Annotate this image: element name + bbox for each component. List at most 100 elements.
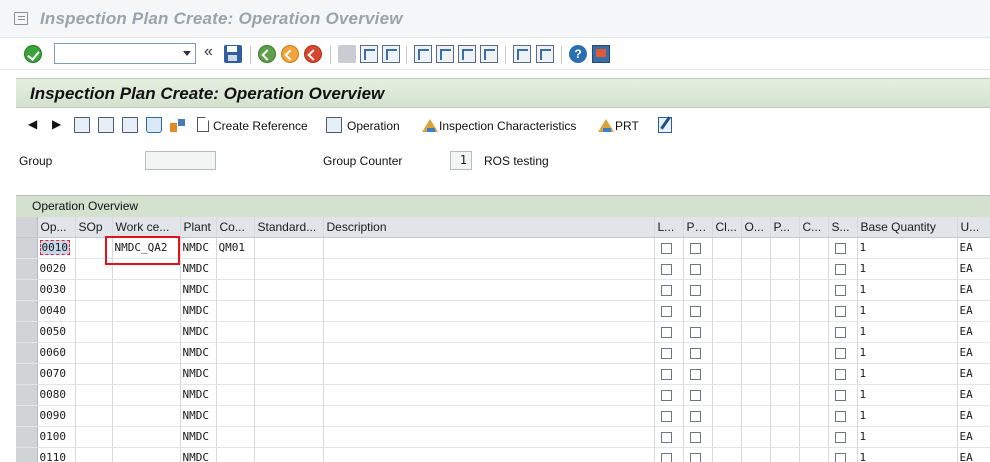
p-cell[interactable] [770,237,800,259]
description-cell[interactable] [323,300,655,322]
group-counter-field[interactable]: 1 [450,151,472,170]
column-header[interactable]: U... [957,217,990,238]
s-flag-checkbox[interactable] [834,347,846,359]
select-all-icon[interactable] [98,117,114,133]
standard-text-cell[interactable] [254,363,324,385]
p-cell[interactable] [770,279,800,301]
column-header[interactable]: P... [770,217,800,238]
p-cell[interactable] [770,363,800,385]
prt-flag-checkbox[interactable] [689,284,701,296]
base-quantity-cell[interactable]: 1 [857,405,958,427]
operation-number-cell[interactable]: 0080 [37,384,76,406]
work-center-cell[interactable] [112,384,181,406]
row-selector[interactable] [16,426,38,448]
description-cell[interactable] [323,237,655,259]
chevron-down-icon[interactable] [179,44,195,63]
object-cell[interactable] [741,237,771,259]
control-key-cell[interactable] [216,279,255,301]
description-cell[interactable] [323,426,655,448]
work-center-cell[interactable] [112,363,181,385]
suboperation-cell[interactable] [75,321,113,343]
column-header[interactable]: Plant [180,217,217,238]
suboperation-cell[interactable] [75,405,113,427]
operation-number-cell[interactable]: 0040 [37,300,76,322]
last-page-icon[interactable] [480,45,498,63]
base-quantity-cell[interactable]: 1 [857,321,958,343]
description-cell[interactable] [323,405,655,427]
class-cell[interactable] [712,300,742,322]
c-cell[interactable] [799,384,829,406]
operation-number-cell[interactable]: 0050 [37,321,76,343]
control-key-cell[interactable] [216,300,255,322]
work-center-cell[interactable] [112,426,181,448]
row-selector[interactable] [16,321,38,343]
object-cell[interactable] [741,363,771,385]
p-cell[interactable] [770,384,800,406]
control-key-cell[interactable] [216,384,255,406]
c-cell[interactable] [799,279,829,301]
row-selector[interactable] [16,258,38,280]
unit-cell[interactable]: EA [957,300,990,322]
last-flag-checkbox[interactable] [660,389,672,401]
description-cell[interactable] [323,342,655,364]
object-cell[interactable] [741,258,771,280]
row-selector[interactable] [16,279,38,301]
base-quantity-cell[interactable]: 1 [857,237,958,259]
plant-cell[interactable]: NMDC [180,447,217,462]
c-cell[interactable] [799,405,829,427]
find-icon[interactable] [360,45,378,63]
object-cell[interactable] [741,342,771,364]
create-reference-button[interactable]: Create Reference [213,119,308,133]
prt-flag-checkbox[interactable] [689,452,701,462]
suboperation-cell[interactable] [75,426,113,448]
c-cell[interactable] [799,237,829,259]
unit-cell[interactable]: EA [957,384,990,406]
column-header[interactable]: C... [799,217,829,238]
help-icon[interactable]: ? [569,45,587,63]
base-quantity-cell[interactable]: 1 [857,447,958,462]
operation-number-cell[interactable]: 0100 [37,426,76,448]
suboperation-cell[interactable] [75,342,113,364]
prt-flag-checkbox[interactable] [689,347,701,359]
base-quantity-cell[interactable]: 1 [857,258,958,280]
column-header[interactable]: SOp [75,217,113,238]
base-quantity-cell[interactable]: 1 [857,363,958,385]
prt-flag-checkbox[interactable] [689,263,701,275]
c-cell[interactable] [799,342,829,364]
control-key-cell[interactable]: QM01 [216,237,255,259]
last-flag-checkbox[interactable] [660,263,672,275]
last-flag-checkbox[interactable] [660,410,672,422]
print-icon[interactable] [338,45,356,63]
p-cell[interactable] [770,447,800,462]
last-flag-checkbox[interactable] [660,452,672,462]
control-key-cell[interactable] [216,258,255,280]
control-key-cell[interactable] [216,447,255,462]
column-header[interactable]: Co... [216,217,255,238]
suboperation-cell[interactable] [75,363,113,385]
control-key-cell[interactable] [216,405,255,427]
c-cell[interactable] [799,426,829,448]
standard-text-cell[interactable] [254,426,324,448]
plant-cell[interactable]: NMDC [180,258,217,280]
column-header[interactable]: Cl... [712,217,742,238]
header-icon[interactable] [74,117,90,133]
work-center-cell[interactable] [112,447,181,462]
base-quantity-cell[interactable]: 1 [857,426,958,448]
last-flag-checkbox[interactable] [660,431,672,443]
object-cell[interactable] [741,300,771,322]
column-header[interactable]: S... [828,217,858,238]
object-cell[interactable] [741,426,771,448]
prt-flag-checkbox[interactable] [689,242,701,254]
p-cell[interactable] [770,405,800,427]
suboperation-cell[interactable] [75,447,113,462]
plant-cell[interactable]: NMDC [180,384,217,406]
next-page-icon[interactable] [458,45,476,63]
base-quantity-cell[interactable]: 1 [857,384,958,406]
cancel-icon[interactable] [304,45,322,63]
s-flag-checkbox[interactable] [834,242,846,254]
base-quantity-cell[interactable]: 1 [857,342,958,364]
operation-number-cell[interactable]: 0020 [37,258,76,280]
group-field[interactable] [145,151,216,170]
object-cell[interactable] [741,321,771,343]
unit-cell[interactable]: EA [957,426,990,448]
